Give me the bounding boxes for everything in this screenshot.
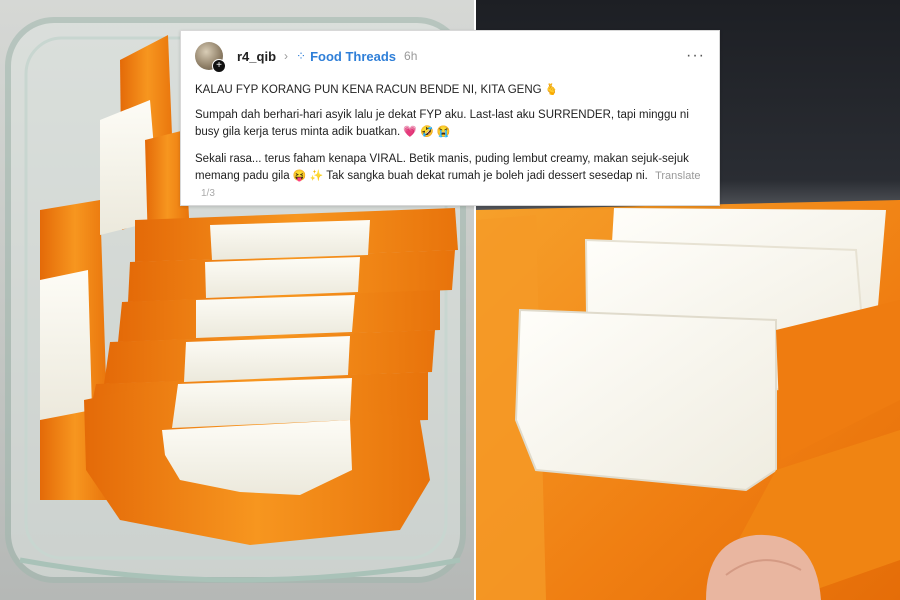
username[interactable]: r4_qib: [237, 49, 276, 64]
title-emoji: 🫰: [544, 84, 559, 96]
post-title: KALAU FYP KORANG PUN KENA RACUN BENDE NI…: [195, 82, 705, 99]
post-paragraph-2: Sekali rasa... terus faham kenapa VIRAL.…: [195, 151, 705, 202]
post-header: + r4_qib › ⁘ Food Threads 6h ···: [195, 39, 705, 73]
more-options-icon[interactable]: ···: [686, 47, 705, 65]
post-title-text: KALAU FYP KORANG PUN KENA RACUN BENDE NI…: [195, 84, 542, 96]
paragraph-2-text-b: Tak sangka buah dekat rumah je boleh jad…: [326, 170, 648, 182]
translate-link[interactable]: Translate: [655, 170, 700, 182]
avatar[interactable]: +: [195, 42, 226, 73]
threads-post-card: + r4_qib › ⁘ Food Threads 6h ··· KALAU F…: [180, 30, 720, 206]
post-paragraph-1: Sumpah dah berhari-hari asyik lalu je de…: [195, 107, 705, 141]
paragraph-2-emojis: 😝 ✨: [292, 170, 324, 182]
topic-link[interactable]: Food Threads: [310, 49, 396, 64]
post-timestamp: 6h: [404, 49, 418, 63]
image-pager: 1/3: [201, 188, 215, 199]
follow-plus-icon[interactable]: +: [212, 59, 226, 73]
topic-icon: ⁘: [296, 49, 307, 63]
paragraph-1-emojis: 💗 🤣 😭: [403, 126, 451, 138]
chevron-right-icon: ›: [284, 49, 289, 63]
